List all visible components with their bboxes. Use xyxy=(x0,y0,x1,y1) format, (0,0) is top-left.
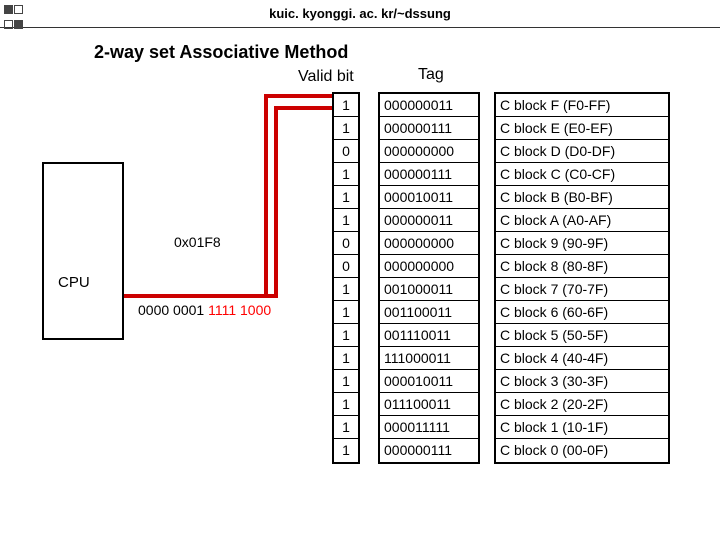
block-cell: C block 7 (70-7F) xyxy=(496,278,668,301)
valid-cell: 0 xyxy=(334,140,358,163)
tag-cell: 000000111 xyxy=(380,117,478,140)
block-cell: C block B (B0-BF) xyxy=(496,186,668,209)
tag-cell: 000000111 xyxy=(380,163,478,186)
valid-cell: 0 xyxy=(334,232,358,255)
tag-cell: 000000000 xyxy=(380,255,478,278)
page-header: kuic. kyonggi. ac. kr/~dssung xyxy=(0,0,720,28)
tag-cell: 000011111 xyxy=(380,416,478,439)
block-cell: C block F (F0-FF) xyxy=(496,94,668,117)
valid-cell: 1 xyxy=(334,117,358,140)
cpu-box xyxy=(42,162,124,340)
header-text: kuic. kyonggi. ac. kr/~dssung xyxy=(269,6,451,21)
wire-segment xyxy=(124,294,278,298)
tag-cell: 000010011 xyxy=(380,186,478,209)
block-cell: C block 4 (40-4F) xyxy=(496,347,668,370)
block-cell: C block 6 (60-6F) xyxy=(496,301,668,324)
tag-cell: 111000011 xyxy=(380,347,478,370)
block-cell: C block 9 (90-9F) xyxy=(496,232,668,255)
block-cell: C block 2 (20-2F) xyxy=(496,393,668,416)
valid-cell: 1 xyxy=(334,347,358,370)
tag-cell: 000000000 xyxy=(380,140,478,163)
tag-cell: 001110011 xyxy=(380,324,478,347)
block-cell: C block 5 (50-5F) xyxy=(496,324,668,347)
wire-segment xyxy=(264,94,268,298)
slide-title: 2-way set Associative Method xyxy=(94,42,348,63)
tag-cell: 000000011 xyxy=(380,94,478,117)
wire-segment xyxy=(274,106,278,298)
tag-cell: 000000000 xyxy=(380,232,478,255)
bullet-decor xyxy=(4,2,24,32)
valid-cell: 1 xyxy=(334,94,358,117)
valid-cell: 1 xyxy=(334,301,358,324)
wire-segment xyxy=(274,106,332,110)
tag-cell: 000010011 xyxy=(380,370,478,393)
validbit-label: Valid bit xyxy=(298,68,354,86)
hex-address: 0x01F8 xyxy=(174,234,221,250)
block-cell: C block A (A0-AF) xyxy=(496,209,668,232)
block-cell: C block D (D0-DF) xyxy=(496,140,668,163)
bin-prefix: 0000 0001 xyxy=(138,302,208,318)
tag-cell: 001100011 xyxy=(380,301,478,324)
valid-cell: 1 xyxy=(334,370,358,393)
valid-cell: 1 xyxy=(334,186,358,209)
cpu-label: CPU xyxy=(58,274,90,291)
tag-cell: 011100011 xyxy=(380,393,478,416)
valid-cell: 1 xyxy=(334,324,358,347)
valid-bit-column: 1101110011111111 xyxy=(332,92,360,464)
bin-red: 1111 1000 xyxy=(208,302,271,318)
block-cell: C block 3 (30-3F) xyxy=(496,370,668,393)
valid-cell: 1 xyxy=(334,416,358,439)
valid-cell: 1 xyxy=(334,439,358,462)
valid-cell: 1 xyxy=(334,163,358,186)
block-cell: C block C (C0-CF) xyxy=(496,163,668,186)
tag-cell: 000000011 xyxy=(380,209,478,232)
block-cell: C block E (E0-EF) xyxy=(496,117,668,140)
wire-segment xyxy=(264,94,332,98)
tag-cell: 000000111 xyxy=(380,439,478,462)
binary-address: 0000 0001 1111 1000 xyxy=(138,302,271,318)
block-cell: C block 8 (80-8F) xyxy=(496,255,668,278)
tag-cell: 001000011 xyxy=(380,278,478,301)
valid-cell: 1 xyxy=(334,393,358,416)
tag-label: Tag xyxy=(418,66,444,84)
valid-cell: 0 xyxy=(334,255,358,278)
block-cell: C block 1 (10-1F) xyxy=(496,416,668,439)
valid-cell: 1 xyxy=(334,278,358,301)
valid-cell: 1 xyxy=(334,209,358,232)
block-cell: C block 0 (00-0F) xyxy=(496,439,668,462)
block-column: C block F (F0-FF)C block E (E0-EF)C bloc… xyxy=(494,92,670,464)
tag-column: 0000000110000001110000000000000001110000… xyxy=(378,92,480,464)
